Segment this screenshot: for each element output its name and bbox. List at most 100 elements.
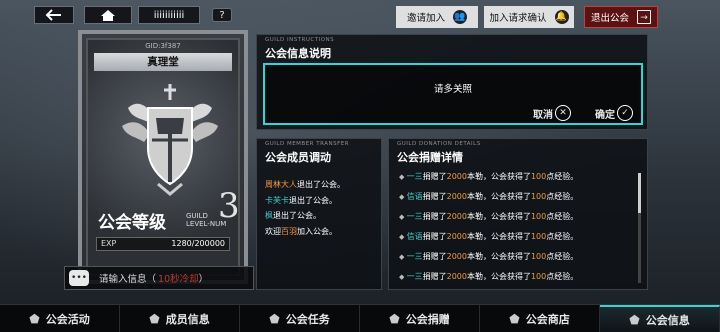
donation-text: 本勒，公会获得了 xyxy=(466,232,531,241)
cooldown-close: ） xyxy=(198,274,209,285)
tab-guild-tasks[interactable]: ⬟ 公会任务 xyxy=(240,305,360,332)
guild-name: 真理堂 xyxy=(94,53,232,71)
donation-subtitle: GUILD DONATION DETAILS xyxy=(397,141,481,147)
donation-exp: 100 xyxy=(530,192,547,201)
tab-guild-activity[interactable]: ⬟ 公会活动 xyxy=(0,305,120,332)
join-request-button[interactable]: 加入请求确认 🔔 xyxy=(484,6,574,28)
list-item: 周林大人退出了公会。 xyxy=(265,177,345,193)
donation-text: 本勒，公会获得了 xyxy=(466,212,531,221)
instructions-textbox[interactable]: 请多关照 取消 ✕ 确定 ✓ xyxy=(263,63,643,125)
exit-guild-button[interactable]: 退出公会 → xyxy=(584,6,658,28)
exp-value: 1280/200000 xyxy=(171,239,225,248)
donation-amount: 2000 xyxy=(446,172,467,181)
guild-instructions-panel: GUILD INSTRUCTIONS 公会信息说明 请多关照 取消 ✕ 确定 ✓ xyxy=(256,34,648,130)
back-button[interactable] xyxy=(34,6,74,24)
close-icon: ✕ xyxy=(555,105,571,121)
guild-crest-icon: ⬟ xyxy=(389,311,400,326)
guild-crest-icon: ⬟ xyxy=(269,311,280,326)
help-button[interactable]: ? xyxy=(212,8,232,22)
instructions-title: 公会信息说明 xyxy=(265,47,331,60)
transfer-text: 退出了公会。 xyxy=(289,195,337,205)
home-button[interactable] xyxy=(84,6,132,24)
tab-guild-shop[interactable]: ⬟ 公会商店 xyxy=(480,305,600,332)
donation-amount: 2000 xyxy=(446,252,467,261)
tab-label: 公会信息 xyxy=(645,313,690,327)
tab-guild-info[interactable]: ⬟ 公会信息 xyxy=(600,305,720,332)
transfer-text: 加入公会。 xyxy=(297,226,337,236)
instructions-subtitle: GUILD INSTRUCTIONS xyxy=(265,37,335,43)
invite-button[interactable]: 邀请加入 👥 xyxy=(396,6,478,28)
list-item: 枫退出了公会。 xyxy=(265,208,345,224)
guild-crest-icon: ⬟ xyxy=(509,311,520,326)
cooldown-open: （ xyxy=(146,274,157,285)
guild-crest-icon: ⬟ xyxy=(149,311,160,326)
transfer-title: 公会成员调动 xyxy=(265,151,331,164)
donation-text: 捐赠了 xyxy=(422,212,447,221)
level-number: 3 xyxy=(218,186,240,226)
donation-text: 点经验。 xyxy=(546,232,579,241)
chat-input[interactable]: ••• 请输入信息 （10秒冷却） xyxy=(64,266,254,290)
list-item: 一三捐赠了2000本勒，公会获得了100点经验。 xyxy=(399,167,631,187)
home-icon xyxy=(101,9,115,21)
transfer-text: 退出了公会。 xyxy=(273,211,321,220)
member-name: 百羽 xyxy=(281,226,297,236)
tab-label: 公会任务 xyxy=(285,312,330,326)
tab-member-info[interactable]: ⬟ 成员信息 xyxy=(120,305,240,332)
guild-crest-icon: ⬟ xyxy=(629,312,640,327)
confirm-button[interactable]: 确定 ✓ xyxy=(595,105,633,121)
transfer-text: 退出了公会。 xyxy=(297,180,345,189)
chat-cooldown: 10秒冷却 xyxy=(158,274,199,285)
member-name: 卡芙卡 xyxy=(265,195,289,205)
transfer-list: 周林大人退出了公会。 卡芙卡退出了公会。 枫退出了公会。 欢迎百羽加入公会。 xyxy=(265,177,345,239)
donation-title: 公会捐赠详情 xyxy=(397,151,463,164)
tab-guild-donation[interactable]: ⬟ 公会捐赠 xyxy=(360,305,480,332)
bottom-nav: ⬟ 公会活动 ⬟ 成员信息 ⬟ 公会任务 ⬟ 公会捐赠 ⬟ 公会商店 ⬟ 公会信息 xyxy=(0,304,720,332)
donation-text: 本勒，公会获得了 xyxy=(466,272,531,281)
donation-details-panel: GUILD DONATION DETAILS 公会捐赠详情 一三捐赠了2000本… xyxy=(388,138,648,290)
exit-icon: → xyxy=(637,10,651,24)
list-item: 一三捐赠了2000本勒，公会获得了100点经验。 xyxy=(399,247,631,267)
donation-text: 点经验。 xyxy=(546,272,579,281)
people-icon: 👥 xyxy=(453,10,467,24)
guild-id: GID:3f387 xyxy=(145,42,181,50)
level-label: 公会等级 xyxy=(98,213,166,233)
donation-list: 一三捐赠了2000本勒，公会获得了100点经验。 信语捐赠了2000本勒，公会获… xyxy=(399,167,631,287)
donation-text: 本勒，公会获得了 xyxy=(466,172,531,181)
instructions-text: 请多关照 xyxy=(433,84,472,95)
tab-label: 成员信息 xyxy=(165,312,210,326)
donor-name: 一三 xyxy=(406,272,423,281)
exp-bar: EXP 1280/200000 xyxy=(96,237,230,251)
transfer-subtitle: GUILD MEMBER TRANSFER xyxy=(265,141,350,147)
list-item: 欢迎百羽加入公会。 xyxy=(265,224,345,240)
donation-exp: 100 xyxy=(530,252,547,261)
donation-amount: 2000 xyxy=(446,272,467,281)
tab-label: 公会活动 xyxy=(45,312,90,326)
donation-text: 捐赠了 xyxy=(422,252,447,261)
donation-text: 点经验。 xyxy=(546,252,579,261)
donation-scrollbar[interactable] xyxy=(638,173,641,283)
donor-name: 一三 xyxy=(406,252,423,261)
exp-label: EXP xyxy=(101,239,117,248)
confirm-label: 确定 xyxy=(595,109,615,121)
donation-amount: 2000 xyxy=(446,192,467,201)
cancel-label: 取消 xyxy=(533,109,553,121)
scroll-thumb[interactable] xyxy=(638,173,641,213)
donation-exp: 100 xyxy=(530,172,547,181)
exit-label: 退出公会 xyxy=(590,13,629,24)
donation-text: 捐赠了 xyxy=(422,272,447,281)
donor-name: 一三 xyxy=(406,172,423,181)
list-item: 信语捐赠了2000本勒，公会获得了100点经验。 xyxy=(399,187,631,207)
member-name: 枫 xyxy=(265,211,273,220)
tab-label: 公会商店 xyxy=(525,312,570,326)
request-label: 加入请求确认 xyxy=(489,13,547,24)
chat-bubble-icon: ••• xyxy=(69,270,89,286)
donation-text: 点经验。 xyxy=(546,172,579,181)
donor-name: 一三 xyxy=(406,212,423,221)
chat-placeholder: 请输入信息 xyxy=(99,274,147,285)
donation-text: 捐赠了 xyxy=(422,172,447,181)
member-name: 周林大人 xyxy=(265,180,297,189)
cancel-button[interactable]: 取消 ✕ xyxy=(533,105,571,121)
donor-name: 信语 xyxy=(406,192,423,201)
member-transfer-panel: GUILD MEMBER TRANSFER 公会成员调动 周林大人退出了公会。 … xyxy=(256,138,382,290)
donation-text: 本勒，公会获得了 xyxy=(466,192,531,201)
